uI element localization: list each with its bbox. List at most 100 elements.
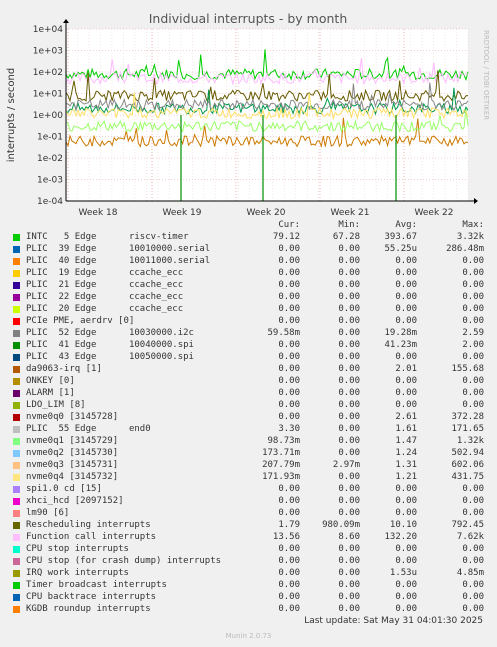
chart: 1e-04 1e-03 1e-02 1e-01 1e+00 1e+01 1e+02 1e+03…	[0, 0, 497, 219]
legend-avg: 393.67	[384, 232, 417, 242]
legend-cur: 0.00	[278, 316, 300, 326]
legend-min: 0.00	[338, 328, 360, 338]
legend-cur: 0.00	[278, 304, 300, 314]
legend-avg: 0.00	[395, 604, 417, 614]
legend-avg: 0.00	[395, 388, 417, 398]
legend-cur: 0.00	[278, 292, 300, 302]
legend-swatch	[13, 426, 20, 433]
legend-cur: 0.00	[278, 484, 300, 494]
legend-max: 372.28	[451, 412, 484, 422]
legend-min: 0.00	[338, 400, 360, 410]
legend-min: 0.00	[338, 280, 360, 290]
legend-avg: 0.00	[395, 316, 417, 326]
header-max: Max:	[462, 220, 484, 230]
legend-cur: 0.00	[278, 376, 300, 386]
legend-min: 0.00	[338, 424, 360, 434]
legend-min: 0.00	[338, 292, 360, 302]
header-avg: Avg:	[395, 220, 417, 230]
legend-min: 0.00	[338, 316, 360, 326]
legend-row: PLIC 40 Edge 10011000.serial 0.00 0.00 0.00…	[0, 255, 497, 267]
legend-min: 0.00	[338, 508, 360, 518]
legend-row: Rescheduling interrupts 1.79 980.09m 10.10 7…	[0, 519, 497, 531]
legend-min: 0.00	[338, 376, 360, 386]
legend-min: 0.00	[338, 448, 360, 458]
legend-min: 0.00	[338, 352, 360, 362]
legend-max: 602.06	[451, 460, 484, 470]
legend-max: 1.32k	[456, 436, 484, 446]
legend-row: KGDB roundup interrupts 0.00 0.00 0.00 0.00	[0, 603, 497, 615]
legend-label: nvme0q3 [3145731]	[26, 460, 119, 470]
legend-max: 0.00	[462, 556, 484, 566]
legend-cur: 0.00	[278, 556, 300, 566]
legend-label: CPU stop interrupts	[26, 544, 129, 554]
y-tick-label: 1e-03	[37, 176, 63, 186]
legend-avg: 0.00	[395, 352, 417, 362]
legend-swatch	[13, 606, 20, 613]
legend-label: nvme0q4 [3145732]	[26, 472, 119, 482]
legend-row: PLIC 22 Edge ccache_ecc 0.00 0.00 0.00 0.00	[0, 291, 497, 303]
legend-max: 0.00	[462, 400, 484, 410]
legend-cur: 0.00	[278, 568, 300, 578]
legend-avg: 0.00	[395, 304, 417, 314]
legend-max: 2.00	[462, 340, 484, 350]
legend-min: 980.09m	[322, 520, 360, 530]
legend-row: CPU stop (for crash dump) interrupts 0.00…	[0, 555, 497, 567]
legend-avg: 0.00	[395, 592, 417, 602]
legend-swatch	[13, 342, 20, 349]
legend-swatch	[13, 534, 20, 541]
legend-max: 502.94	[451, 448, 484, 458]
legend-avg: 0.00	[395, 544, 417, 554]
legend-label: ALARM [1]	[26, 388, 75, 398]
legend-avg: 0.00	[395, 280, 417, 290]
legend-cur: 1.79	[278, 520, 300, 530]
legend-row: PLIC 21 Edge ccache_ecc 0.00 0.00 0.00 0.00	[0, 279, 497, 291]
legend-min: 0.00	[338, 568, 360, 578]
legend-label: CPU stop (for crash dump) interrupts	[26, 556, 222, 566]
legend-swatch	[13, 414, 20, 421]
y-tick-label: 1e-02	[37, 154, 63, 164]
legend-max: 2.59	[462, 328, 484, 338]
legend-min: 0.00	[338, 484, 360, 494]
y-tick-label: 1e-04	[37, 197, 63, 207]
legend-max: 155.68	[451, 364, 484, 374]
legend-row: xhci_hcd [2097152] 0.00 0.00 0.00 0.00	[0, 495, 497, 507]
legend-cur: 13.56	[272, 532, 300, 542]
legend-min: 0.00	[338, 340, 360, 350]
legend-row: lm90 [6] 0.00 0.00 0.00 0.00	[0, 507, 497, 519]
legend-avg: 0.00	[395, 580, 417, 590]
legend-row: PLIC 19 Edge ccache_ecc 0.00 0.00 0.00 0.00	[0, 267, 497, 279]
legend-cur: 173.71m	[262, 448, 300, 458]
legend-label: LDO_LIM [8]	[26, 400, 86, 410]
legend-row: nvme0q2 [3145730] 173.71m 0.00 1.24 502.94	[0, 447, 497, 459]
legend-row: nvme0q1 [3145729] 98.73m 0.00 1.47 1.32k	[0, 435, 497, 447]
legend-swatch	[13, 246, 20, 253]
legend-swatch	[13, 270, 20, 277]
legend-label: PLIC 20 Edge ccache_ecc	[26, 304, 184, 314]
legend-avg: 0.00	[395, 556, 417, 566]
legend-min: 0.00	[338, 244, 360, 254]
legend-avg: 10.10	[389, 520, 417, 530]
legend-min: 0.00	[338, 256, 360, 266]
legend-row: LDO_LIM [8] 0.00 0.00 0.00 0.00	[0, 399, 497, 411]
y-tick-label: 1e+02	[33, 68, 63, 78]
legend-cur: 0.00	[278, 280, 300, 290]
legend-row: PLIC 20 Edge ccache_ecc 0.00 0.00 0.00 0.00	[0, 303, 497, 315]
legend-max: 4.85m	[456, 568, 484, 578]
legend-swatch	[13, 522, 20, 529]
legend-swatch	[13, 474, 20, 481]
header-cur: Cur:	[278, 220, 300, 230]
legend-label: PLIC 40 Edge 10011000.serial	[26, 256, 211, 266]
legend-avg: 1.31	[395, 460, 417, 470]
legend-swatch	[13, 282, 20, 289]
legend-swatch	[13, 438, 20, 445]
legend-swatch	[13, 570, 20, 577]
legend-swatch	[13, 498, 20, 505]
legend-avg: 0.00	[395, 268, 417, 278]
legend-label: PLIC 19 Edge ccache_ecc	[26, 268, 184, 278]
legend-max: 7.62k	[456, 532, 484, 542]
legend-max: 0.00	[462, 580, 484, 590]
legend-swatch	[13, 594, 20, 601]
legend-label: KGDB roundup interrupts	[26, 604, 151, 614]
y-tick-label: 1e+01	[33, 90, 63, 100]
legend-label: PLIC 41 Edge 10040000.spi	[26, 340, 194, 350]
